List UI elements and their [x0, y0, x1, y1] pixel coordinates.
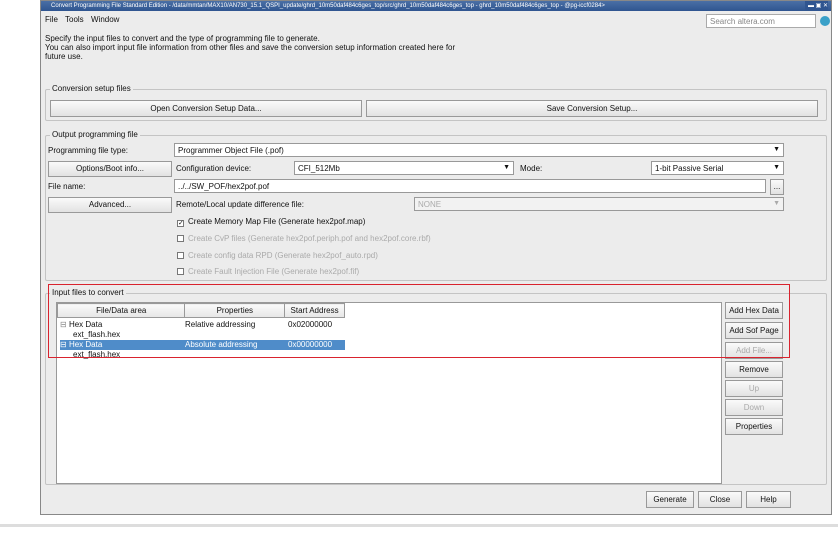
- window-controls[interactable]: ▬ ▣ ✕: [804, 1, 828, 11]
- output-file-group: Output programming file Programming file…: [45, 130, 827, 281]
- device-label: Configuration device:: [176, 164, 252, 173]
- open-conversion-setup-button[interactable]: Open Conversion Setup Data...: [50, 100, 362, 117]
- browse-button[interactable]: ...: [770, 179, 784, 195]
- generate-button[interactable]: Generate: [646, 491, 694, 508]
- close-button[interactable]: Close: [698, 491, 742, 508]
- remote-diff-value: NONE: [418, 200, 442, 209]
- cvp-files-checkbox: Create CvP files (Generate hex2pof.perip…: [177, 234, 431, 243]
- memory-map-checkbox[interactable]: ✓ Create Memory Map File (Generate hex2po…: [177, 217, 365, 227]
- checkbox-label: Create config data RPD (Generate hex2pof…: [188, 251, 378, 260]
- dropdown-arrow-icon: ▼: [773, 164, 780, 171]
- checkbox-label: Create CvP files (Generate hex2pof.perip…: [188, 234, 431, 243]
- file-name-input[interactable]: ../../SW_POF/hex2pof.pof: [174, 179, 766, 193]
- properties-button[interactable]: Properties: [725, 418, 783, 435]
- device-select[interactable]: CFI_512Mb ▼: [294, 161, 514, 175]
- mode-select[interactable]: 1-bit Passive Serial ▼: [651, 161, 784, 175]
- remote-diff-select: NONE ▼: [414, 197, 784, 211]
- checkbox-icon: [177, 235, 184, 242]
- intro-text: Specify the input files to convert and t…: [45, 34, 465, 61]
- help-button[interactable]: Help: [746, 491, 791, 508]
- dropdown-arrow-icon: ▼: [773, 146, 780, 153]
- down-button: Down: [725, 399, 783, 416]
- highlight-box: [48, 284, 790, 358]
- search-input[interactable]: Search altera.com: [706, 14, 816, 28]
- conversion-setup-group: Conversion setup files Open Conversion S…: [45, 84, 827, 121]
- group-label: Output programming file: [50, 130, 140, 139]
- convert-programming-file-window: Convert Programming File Standard Editio…: [40, 0, 832, 515]
- checkbox-label: Create Fault Injection File (Generate he…: [188, 267, 360, 276]
- file-type-select[interactable]: Programmer Object File (.pof) ▼: [174, 143, 784, 157]
- checkbox-icon: [177, 268, 184, 275]
- checkbox-icon: [177, 252, 184, 259]
- fault-injection-checkbox: Create Fault Injection File (Generate he…: [177, 267, 359, 276]
- up-button: Up: [725, 380, 783, 397]
- mode-label: Mode:: [520, 164, 543, 173]
- menu-file[interactable]: File: [45, 15, 58, 24]
- globe-icon[interactable]: [820, 16, 830, 26]
- file-name-label: File name:: [48, 182, 86, 191]
- file-type-label: Programming file type:: [48, 146, 129, 155]
- checkbox-label: Create Memory Map File (Generate hex2pof…: [188, 217, 366, 226]
- dropdown-arrow-icon: ▼: [503, 164, 510, 171]
- intro-line: Specify the input files to convert and t…: [45, 34, 320, 43]
- menu-window[interactable]: Window: [91, 15, 119, 24]
- menu-tools[interactable]: Tools: [65, 15, 84, 24]
- file-type-value: Programmer Object File (.pof): [178, 146, 284, 155]
- checkbox-checked-icon: ✓: [177, 220, 184, 227]
- advanced-button[interactable]: Advanced...: [48, 197, 172, 213]
- window-title: Convert Programming File Standard Editio…: [51, 3, 605, 9]
- dropdown-arrow-icon: ▼: [773, 200, 780, 207]
- remove-button[interactable]: Remove: [725, 361, 783, 378]
- group-label: Conversion setup files: [50, 84, 133, 93]
- options-boot-info-button[interactable]: Options/Boot info...: [48, 161, 172, 177]
- config-rpd-checkbox: Create config data RPD (Generate hex2pof…: [177, 251, 378, 260]
- save-conversion-setup-button[interactable]: Save Conversion Setup...: [366, 100, 818, 117]
- remote-diff-label: Remote/Local update difference file:: [176, 200, 304, 209]
- divider: [0, 524, 838, 527]
- title-bar: Convert Programming File Standard Editio…: [41, 1, 831, 11]
- intro-line: You can also import input file informati…: [45, 43, 456, 61]
- device-value: CFI_512Mb: [298, 164, 340, 173]
- mode-value: 1-bit Passive Serial: [655, 164, 724, 173]
